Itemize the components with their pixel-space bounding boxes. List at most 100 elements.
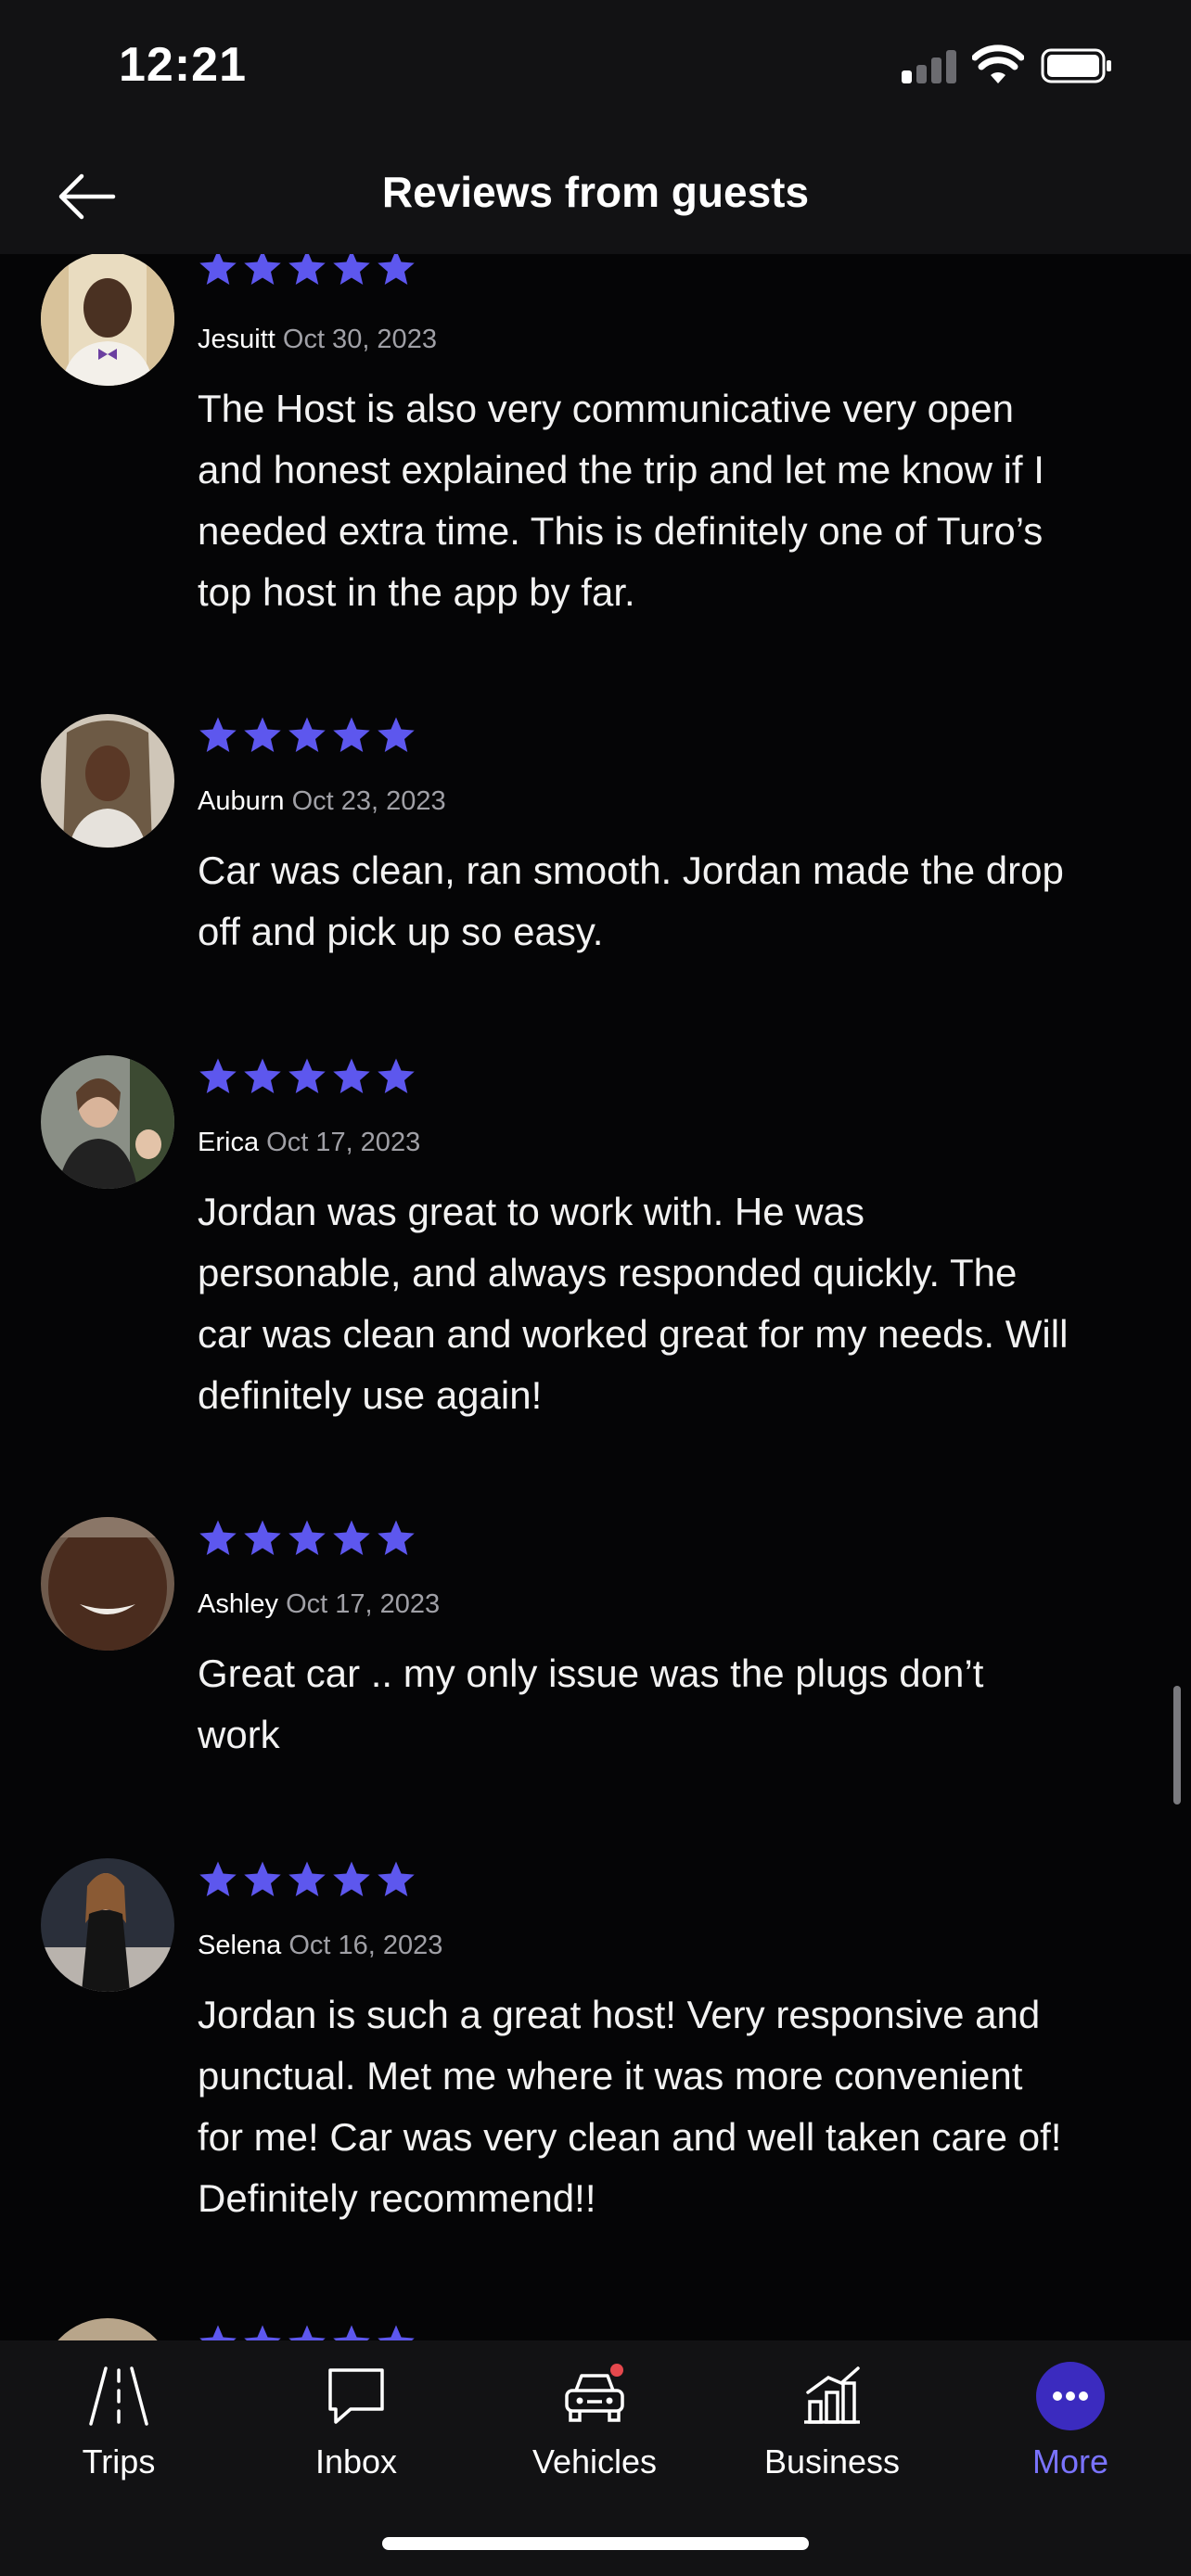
star-icon bbox=[378, 1861, 415, 1897]
review-date: Oct 17, 2023 bbox=[286, 1589, 441, 1619]
avatar[interactable] bbox=[41, 1858, 174, 1992]
review-text-line: work bbox=[198, 1713, 280, 1756]
avatar[interactable] bbox=[41, 1055, 174, 1189]
page-title: Reviews from guests bbox=[381, 168, 810, 216]
reviewer-name: Ashley bbox=[198, 1589, 279, 1619]
review-text-line: Car was clean, ran smooth. Jordan made t… bbox=[198, 848, 1064, 892]
star-icon bbox=[244, 254, 281, 286]
car-icon bbox=[565, 2364, 624, 2422]
star-icon bbox=[333, 1058, 370, 1094]
review-text-line: The Host is also very communicative very… bbox=[198, 387, 1015, 430]
star-icon bbox=[199, 1520, 237, 1556]
review-text: The Host is also very communicative very… bbox=[198, 378, 1162, 623]
review-meta: Ashley Oct 17, 2023 bbox=[198, 1589, 440, 1620]
star-icon bbox=[333, 1520, 370, 1556]
star-icon bbox=[244, 1058, 281, 1094]
tab-business[interactable]: Business bbox=[739, 2359, 925, 2498]
battery-icon bbox=[1041, 48, 1111, 83]
review-text-line: Great car .. my only issue was the plugs… bbox=[198, 1651, 984, 1695]
home-indicator[interactable] bbox=[382, 2537, 809, 2550]
rating-stars bbox=[197, 714, 417, 759]
tab-inbox[interactable]: Inbox bbox=[263, 2359, 449, 2498]
avatar[interactable] bbox=[41, 2318, 174, 2340]
review-text-line: Definitely recommend!! bbox=[198, 2176, 596, 2220]
star-icon bbox=[288, 254, 326, 286]
status-bar: 12:21 bbox=[0, 0, 1191, 139]
star-icon bbox=[288, 1058, 326, 1094]
review-text: Car was clean, ran smooth. Jordan made t… bbox=[198, 840, 1162, 963]
review-text-line: Jordan is such a great host! Very respon… bbox=[198, 1993, 1041, 2036]
avatar[interactable] bbox=[41, 254, 174, 386]
chat-bubble-icon bbox=[328, 2368, 384, 2424]
tab-label: Trips bbox=[82, 2442, 156, 2480]
star-icon bbox=[244, 2325, 281, 2340]
star-icon bbox=[199, 254, 237, 286]
star-icon bbox=[333, 717, 370, 753]
star-icon bbox=[378, 717, 415, 753]
star-icon bbox=[244, 717, 281, 753]
rating-stars bbox=[197, 254, 417, 291]
tab-label: Business bbox=[763, 2442, 901, 2480]
avatar[interactable] bbox=[41, 714, 174, 848]
reviewer-name: Selena bbox=[198, 1931, 282, 1960]
avatar[interactable] bbox=[41, 1517, 174, 1651]
tab-vehicles[interactable]: Vehicles bbox=[502, 2359, 687, 2498]
star-icon bbox=[288, 1520, 326, 1556]
reviewer-name: Jesuitt bbox=[198, 325, 275, 354]
star-icon bbox=[378, 254, 415, 286]
star-icon bbox=[244, 1520, 281, 1556]
review-date: Oct 30, 2023 bbox=[282, 325, 437, 354]
star-icon bbox=[199, 717, 237, 753]
rating-stars bbox=[197, 1055, 417, 1100]
review-text-line: top host in the app by far. bbox=[198, 570, 635, 614]
star-icon bbox=[199, 2325, 237, 2340]
star-icon bbox=[288, 1861, 326, 1897]
review-text-line: off and pick up so easy. bbox=[198, 910, 604, 953]
tab-trips[interactable]: Trips bbox=[26, 2359, 211, 2498]
wifi-icon bbox=[972, 45, 1024, 83]
star-icon bbox=[288, 2325, 326, 2340]
review-text: Jordan is such a great host! Very respon… bbox=[198, 1984, 1162, 2229]
star-icon bbox=[333, 1861, 370, 1897]
review-meta: Auburn Oct 23, 2023 bbox=[198, 786, 446, 817]
scroll-indicator[interactable] bbox=[1173, 1686, 1181, 1804]
review-text-line: and honest explained the trip and let me… bbox=[198, 448, 1044, 491]
tab-more[interactable]: More bbox=[978, 2359, 1163, 2498]
rating-stars bbox=[197, 1858, 417, 1903]
bar-chart-icon bbox=[804, 2366, 860, 2424]
review-meta: Selena Oct 16, 2023 bbox=[198, 1931, 442, 1961]
review-text-line: for me! Car was very clean and well take… bbox=[198, 2115, 1062, 2159]
review-date: Oct 23, 2023 bbox=[291, 786, 446, 816]
review-meta: Jesuitt Oct 30, 2023 bbox=[198, 325, 437, 355]
star-icon bbox=[244, 1861, 281, 1897]
status-time: 12:21 bbox=[119, 38, 247, 92]
star-icon bbox=[378, 1520, 415, 1556]
star-icon bbox=[333, 2325, 370, 2340]
review-meta: Erica Oct 17, 2023 bbox=[198, 1128, 420, 1158]
reviewer-name: Erica bbox=[198, 1128, 260, 1157]
more-dots-icon bbox=[1036, 2362, 1105, 2430]
review-date: Oct 16, 2023 bbox=[288, 1931, 443, 1960]
rating-stars bbox=[197, 2322, 417, 2340]
review-text-line: punctual. Met me where it was more conve… bbox=[198, 2054, 1023, 2098]
star-icon bbox=[333, 254, 370, 286]
star-icon bbox=[378, 2325, 415, 2340]
review-text: Great car .. my only issue was the plugs… bbox=[198, 1643, 1162, 1766]
tab-label: Vehicles bbox=[531, 2442, 658, 2480]
reviewer-name: Auburn bbox=[198, 786, 285, 816]
tab-label: More bbox=[1031, 2442, 1109, 2480]
trips-road-icon bbox=[89, 2366, 148, 2426]
review-text-line: Jordan was great to work with. He was bbox=[198, 1190, 864, 1233]
review-text-line: needed extra time. This is definitely on… bbox=[198, 509, 1044, 553]
star-icon bbox=[378, 1058, 415, 1094]
star-icon bbox=[199, 1861, 237, 1897]
star-icon bbox=[288, 717, 326, 753]
cellular-signal-icon bbox=[902, 50, 957, 83]
review-text-line: personable, and always responded quickly… bbox=[198, 1251, 1018, 1294]
reviews-list[interactable]: Jesuitt Oct 30, 2023 The Host is also ve… bbox=[0, 254, 1191, 2340]
review-text: Jordan was great to work with. He was pe… bbox=[198, 1181, 1162, 1426]
tab-label: Inbox bbox=[314, 2442, 398, 2480]
star-icon bbox=[199, 1058, 237, 1094]
review-date: Oct 17, 2023 bbox=[266, 1128, 421, 1157]
review-text-line: definitely use again! bbox=[198, 1373, 543, 1417]
